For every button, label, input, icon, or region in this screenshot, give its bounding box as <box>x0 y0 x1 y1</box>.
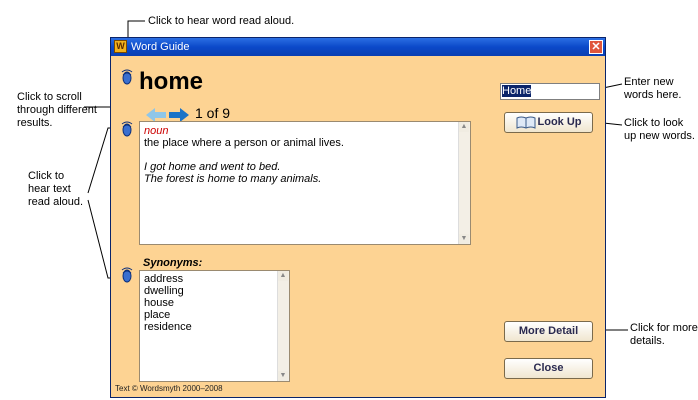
synonym-item[interactable]: residence <box>144 321 285 333</box>
search-input-value: Home <box>502 85 532 97</box>
window-title: Word Guide <box>131 41 190 53</box>
copyright-footer: Text © Wordsmyth 2000–2008 <box>115 384 223 393</box>
definition-box[interactable]: noun the place where a person or animal … <box>139 121 471 245</box>
book-icon <box>516 116 535 129</box>
definition-content: noun the place where a person or animal … <box>140 122 470 188</box>
headword: home <box>139 68 204 95</box>
definition-text: the place where a person or animal lives… <box>144 137 344 149</box>
close-label: Close <box>533 362 564 374</box>
close-button[interactable]: Close <box>504 358 593 379</box>
synonyms-scrollbar[interactable]: ▲ ▼ <box>277 271 289 381</box>
search-input[interactable]: Home <box>500 83 600 100</box>
word-guide-window: W Word Guide ✕ home 1 of 9 noun the plac… <box>110 37 606 398</box>
back-arrow-icon[interactable] <box>146 108 166 122</box>
close-icon[interactable]: ✕ <box>589 40 603 54</box>
synonym-item[interactable]: address <box>144 273 285 285</box>
forward-arrow-icon[interactable] <box>169 108 189 122</box>
app-icon: W <box>114 40 127 53</box>
synonyms-box[interactable]: address dwelling house place residence ▲… <box>139 270 290 382</box>
look-up-button[interactable]: Look Up <box>504 112 593 133</box>
more-detail-button[interactable]: More Detail <box>504 321 593 342</box>
look-up-label: Look Up <box>537 116 582 128</box>
scroll-down-icon[interactable]: ▼ <box>459 234 469 244</box>
speaker-icon[interactable] <box>120 267 134 285</box>
example-sentence: The forest is home to many animals. <box>144 173 322 185</box>
synonyms-label: Synonyms: <box>143 257 203 269</box>
more-detail-label: More Detail <box>518 325 579 337</box>
scroll-up-icon[interactable]: ▲ <box>459 122 469 132</box>
example-sentence: I got home and went to bed. <box>144 161 281 173</box>
scroll-up-icon[interactable]: ▲ <box>278 271 288 281</box>
result-count: 1 of 9 <box>195 105 231 121</box>
synonym-item[interactable]: place <box>144 309 285 321</box>
synonym-item[interactable]: dwelling <box>144 285 285 297</box>
scroll-down-icon[interactable]: ▼ <box>278 371 288 381</box>
title-bar[interactable]: W Word Guide ✕ <box>111 38 605 56</box>
part-of-speech: noun <box>144 125 169 137</box>
definition-scrollbar[interactable]: ▲ ▼ <box>458 122 470 244</box>
speaker-icon[interactable] <box>120 69 134 87</box>
synonym-item[interactable]: house <box>144 297 285 309</box>
speaker-icon[interactable] <box>120 121 134 139</box>
synonyms-list: address dwelling house place residence <box>140 271 289 335</box>
